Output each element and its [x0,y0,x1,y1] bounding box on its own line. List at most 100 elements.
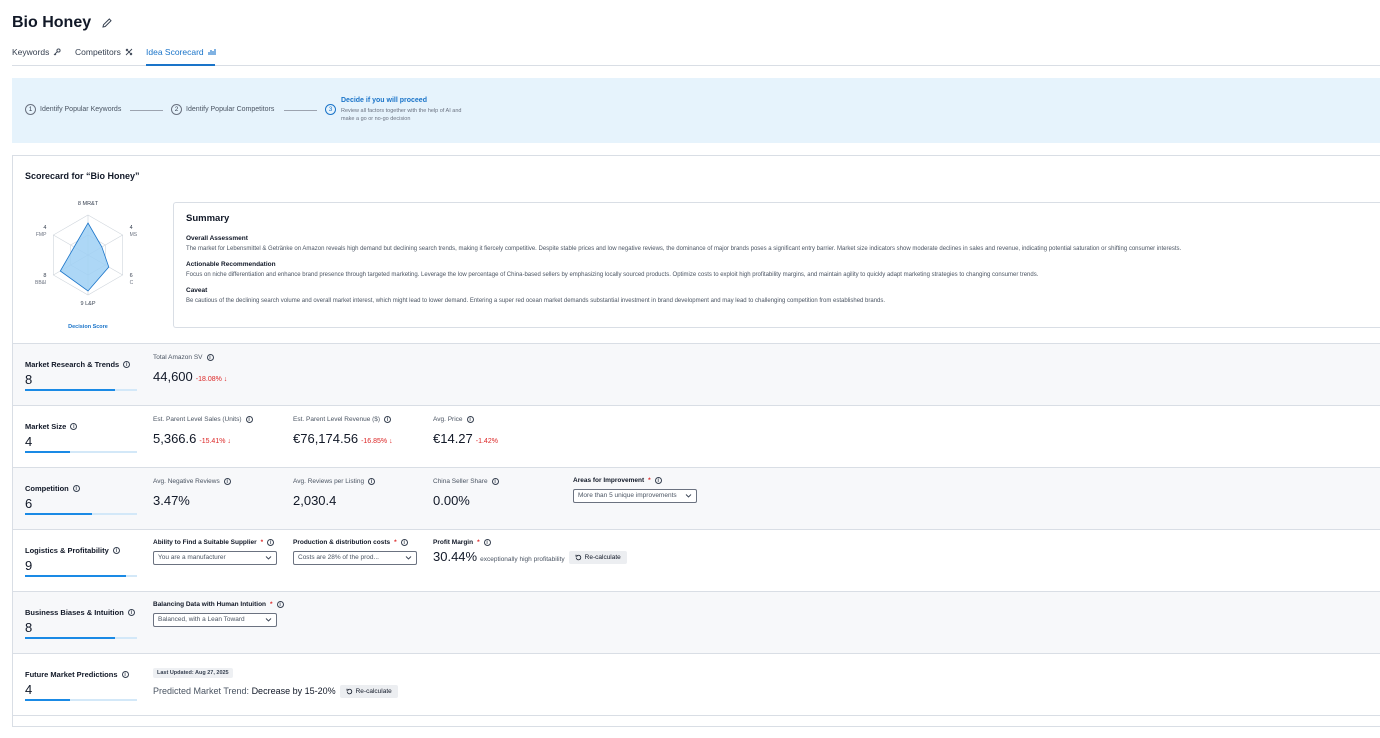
metric-value-text: 44,600 [153,369,193,384]
metric-label: Avg. Price i [433,416,498,423]
metric-value: 44,600 -18.08% ↓ [153,369,227,384]
metric-avg-negative-reviews: Avg. Negative Reviews i 3.47% [153,478,231,508]
radar-score-area [59,222,110,292]
summary-text: Focus on niche differentiation and enhan… [186,272,1039,278]
step-2-label: Identify Popular Competitors [186,106,275,113]
info-icon[interactable]: i [491,478,499,485]
radar-axis-label: 8 MR&T [78,201,99,207]
info-icon[interactable]: i [206,354,214,361]
metric-label-text: Avg. Negative Reviews [153,478,220,485]
tab-competitors[interactable]: Competitors [75,47,133,57]
step-3[interactable]: 3 [325,104,336,115]
row-label: Future Market Predictions i [25,670,129,679]
metric-value: 5,366.6 -15.41% ↓ [153,431,253,446]
info-icon[interactable]: i [483,539,491,546]
trend-label: Predicted Market Trend: [153,685,250,696]
required-marker: * [477,539,480,546]
field-label-text: Ability to Find a Suitable Supplier [153,539,257,546]
metric-label: Avg. Negative Reviews i [153,478,231,485]
field-label: Balancing Data with Human Intuition * i [153,601,284,608]
metric-delta: -16.85% ↓ [361,438,393,445]
step-1[interactable]: 1 Identify Popular Keywords [25,104,121,115]
summary-text: Be cautious of the declining search volu… [186,298,886,304]
metric-total-amazon-sv: Total Amazon SV i 44,600 -18.08% ↓ [153,354,227,384]
field-production-costs: Production & distribution costs * i Costs … [293,539,417,565]
summary-title: Summary [186,213,230,224]
row-label-text: Market Size [25,422,67,431]
swords-icon [125,48,133,56]
supplier-select[interactable]: You are a manufacturer [153,551,277,565]
production-costs-select[interactable]: Costs are 28% of the prod... [293,551,417,565]
score-bar-fill [25,637,115,639]
tab-idea-scorecard[interactable]: Idea Scorecard [146,47,216,57]
info-icon[interactable]: i [121,671,129,678]
metric-delta: -15.41% ↓ [199,438,231,445]
info-icon[interactable]: i [276,601,284,608]
metric-value: 0.00% [433,493,470,508]
info-icon[interactable]: i [223,478,231,485]
info-icon[interactable]: i [112,547,120,554]
key-icon [54,48,61,56]
tab-keywords[interactable]: Keywords [12,47,61,57]
field-human-intuition: Balancing Data with Human Intuition * i Ba… [153,601,284,627]
recalculate-button[interactable]: Re-calculate [568,551,627,565]
decision-score-radar: 8 MR&T4MS6C9 L&P8BB&I4FMPDecision Score [35,201,138,330]
scorecard-card: Scorecard for “Bio Honey” 8 MR&T 4 MS 6 C 9 L… [12,155,1380,727]
human-intuition-select[interactable]: Balanced, with a Lean Toward [153,613,277,627]
progress-steps: 1 Identify Popular Keywords 2 Identify P… [12,78,1380,143]
radar-axis-label: 9 L&P [81,301,96,307]
info-icon[interactable]: i [267,539,275,546]
select-value: Balanced, with a Lean Toward [158,616,245,623]
metric-label: Total Amazon SV i [153,354,227,361]
chevron-down-icon [685,494,692,498]
info-icon[interactable]: i [245,416,253,423]
metric-value: 3.47% [153,493,190,508]
info-icon[interactable]: i [368,478,376,485]
row-label: Market Research & Trends i [25,360,131,369]
metric-label-text: Avg. Price [433,416,463,423]
radar-axis-code: FMP [36,232,47,238]
radar-axis-score: 6 [130,273,133,279]
metric-label-text: Avg. Reviews per Listing [293,478,365,485]
info-icon[interactable]: i [72,485,80,492]
info-icon[interactable]: i [70,423,78,430]
summary-panel: Summary Overall Assessment The market fo… [173,202,1380,328]
metric-value-text: €14.27 [433,431,473,446]
score-bar-fill [25,389,115,391]
metric-label-text: Est. Parent Level Sales (Units) [153,416,242,423]
score-bar [25,575,137,577]
metric-value: €76,174.56 -16.85% ↓ [293,431,393,446]
profit-margin-value: 30.44% [433,549,478,564]
info-icon[interactable]: i [127,609,135,616]
arrow-down-icon: ↓ [389,438,393,445]
radar-caption: Decision Score [68,324,108,330]
info-icon[interactable]: i [400,539,408,546]
field-label: Areas for Improvement * i [573,477,697,484]
predicted-trend: Predicted Market Trend: Decrease by 15-2… [153,685,398,698]
field-profit-margin: Profit Margin * i 30.44% exceptionally high… [433,539,627,565]
field-label: Profit Margin * i [433,539,627,546]
summary-heading: Actionable Recommendation [186,261,276,268]
chevron-down-icon [265,618,272,622]
row-label-text: Logistics & Profitability [25,546,109,555]
step-3-number: 3 [325,104,336,115]
field-label-text: Production & distribution costs [293,539,391,546]
edit-pencil-icon[interactable] [101,17,113,29]
arrow-down-icon: ↓ [223,376,228,383]
info-icon[interactable]: i [466,416,474,423]
score-bar-fill [25,513,93,515]
summary-heading: Overall Assessment [186,235,248,242]
info-icon[interactable]: i [384,416,392,423]
select-value: More than 5 unique improvements [578,492,677,499]
score-bar [25,637,137,639]
areas-for-improvement-select[interactable]: More than 5 unique improvements [573,489,697,503]
refresh-icon [575,554,581,561]
info-icon[interactable]: i [654,477,662,484]
row-label: Market Size i [25,422,78,431]
info-icon[interactable]: i [123,361,131,368]
metric-label: Est. Parent Level Sales (Units) i [153,416,253,423]
row-label-text: Future Market Predictions [25,670,118,679]
step-2[interactable]: 2 Identify Popular Competitors [171,104,274,115]
recalculate-button[interactable]: Re-calculate [339,685,398,698]
metric-value: 30.44% exceptionally high profitability Re… [433,549,627,565]
